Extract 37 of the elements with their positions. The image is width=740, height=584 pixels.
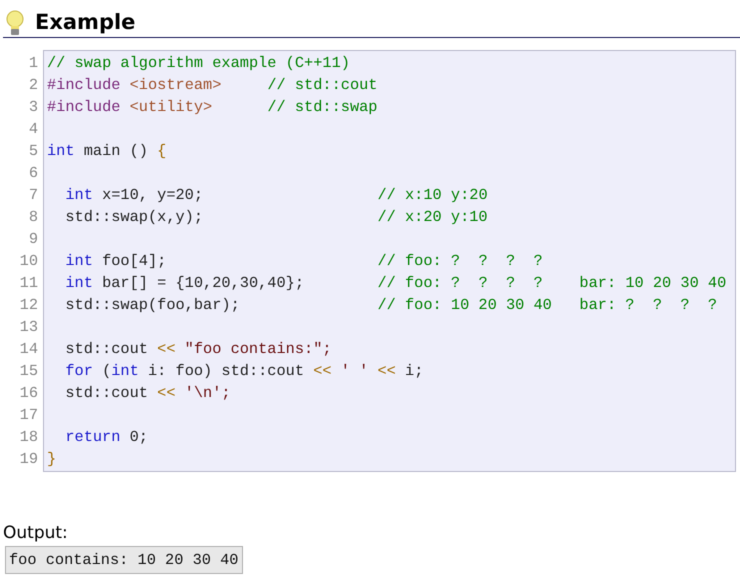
code-line: #include <utility> // std::swap bbox=[47, 98, 378, 116]
code-line: int x=10, y=20; // x:10 y:20 bbox=[64, 186, 488, 204]
code-line: return 0; bbox=[64, 428, 148, 446]
line-number: 16 bbox=[18, 383, 38, 404]
line-number: 18 bbox=[18, 427, 38, 448]
line-number: 10 bbox=[18, 251, 38, 272]
code-line: int main () { bbox=[47, 142, 166, 160]
line-number: 8 bbox=[28, 207, 38, 228]
lightbulb-icon bbox=[5, 10, 25, 36]
code-line: int bar[] = {10,20,30,40}; // foo: ? ? ? ? bar: 10 20 30 40 bbox=[64, 274, 726, 292]
line-number: 14 bbox=[18, 339, 38, 360]
line-number: 17 bbox=[18, 405, 38, 426]
code-line: std::swap(x,y); // x:20 y:10 bbox=[64, 208, 488, 226]
line-number: 3 bbox=[28, 97, 38, 118]
output-label: Output: bbox=[3, 522, 69, 544]
line-number: 7 bbox=[28, 185, 38, 206]
code-line: std::cout << '\n'; bbox=[64, 384, 231, 402]
line-number: 9 bbox=[28, 229, 38, 250]
code-line: std::swap(foo,bar); // foo: 10 20 30 40 bar: ? ? ? ? bbox=[64, 296, 718, 314]
line-number: 12 bbox=[18, 295, 38, 316]
line-number: 6 bbox=[28, 163, 38, 184]
line-number: 1 bbox=[28, 53, 38, 74]
line-number: 15 bbox=[18, 361, 38, 382]
code-line: int foo[4]; // foo: ? ? ? ? bbox=[64, 252, 543, 270]
code-line: // swap algorithm example (C++11) bbox=[47, 54, 350, 72]
code-line: #include <iostream> // std::cout bbox=[47, 76, 378, 94]
code-line: std::cout << "foo contains:"; bbox=[64, 340, 332, 358]
code-line: } bbox=[47, 450, 56, 468]
line-number: 2 bbox=[28, 75, 38, 96]
line-number: 13 bbox=[18, 317, 38, 338]
line-number: 4 bbox=[28, 119, 38, 140]
output-text: foo contains: 10 20 30 40 bbox=[5, 546, 242, 574]
line-number: 11 bbox=[18, 273, 38, 294]
code-line: for (int i: foo) std::cout << ' ' << i; bbox=[64, 362, 424, 380]
line-number: 19 bbox=[18, 449, 38, 470]
section-heading: Example bbox=[35, 9, 136, 36]
line-number: 5 bbox=[28, 141, 38, 162]
